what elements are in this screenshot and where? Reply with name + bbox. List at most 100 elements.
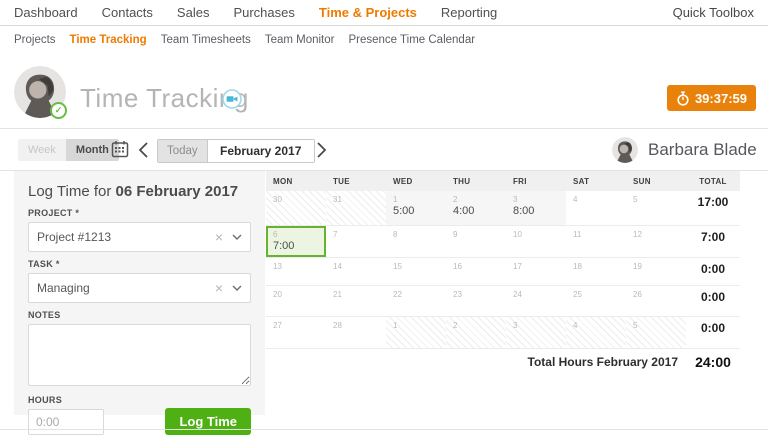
calendar-day-cell[interactable]: 28: [326, 317, 386, 348]
calendar-day-cell[interactable]: 3: [506, 317, 566, 348]
day-hours: 5:00: [393, 205, 415, 217]
subnav-item-projects[interactable]: Projects: [14, 34, 56, 46]
quick-toolbox-link[interactable]: Quick Toolbox: [673, 5, 754, 20]
calendar-day-cell[interactable]: 30: [266, 191, 326, 225]
chevron-down-icon[interactable]: [232, 234, 242, 240]
day-hours: 7:00: [273, 240, 295, 252]
calendar-day-cell[interactable]: 11: [566, 226, 626, 257]
calendar-day-cell[interactable]: 10: [506, 226, 566, 257]
hours-input[interactable]: [28, 409, 104, 435]
calendar-day-cell[interactable]: 24: [506, 286, 566, 316]
calendar-day-cell[interactable]: 25: [566, 286, 626, 316]
day-number: 24: [513, 290, 522, 299]
calendar-week-row: 6 7:00 7 8 9 10 11 12 7:00: [266, 226, 740, 258]
day-number: 5: [633, 321, 638, 330]
task-select[interactable]: Managing ×: [28, 273, 251, 303]
day-number: 4: [573, 195, 578, 204]
calendar-day-cell[interactable]: 13: [266, 258, 326, 285]
calendar-day-cell[interactable]: 15: [386, 258, 446, 285]
calendar-day-cell[interactable]: 31: [326, 191, 386, 225]
time-tracking-app: Dashboard Contacts Sales Purchases Time & Pr…: [0, 0, 768, 436]
nav-item-sales[interactable]: Sales: [177, 5, 210, 20]
day-number: 10: [513, 230, 522, 239]
day-number: 12: [633, 230, 642, 239]
month-calendar: MON TUE WED THU FRI SAT SUN TOTAL 30 31 1 5:00 2 4:0…: [266, 171, 740, 375]
calendar-day-cell[interactable]: 5: [626, 191, 686, 225]
nav-item-dashboard[interactable]: Dashboard: [14, 5, 78, 20]
log-time-button[interactable]: Log Time: [165, 408, 251, 435]
week-total: 0:00: [700, 290, 726, 304]
day-number: 27: [273, 321, 282, 330]
calendar-day-cell[interactable]: 2: [446, 317, 506, 348]
nav-item-contacts[interactable]: Contacts: [102, 5, 153, 20]
prev-month-button[interactable]: [138, 141, 150, 159]
calendar-day-cell[interactable]: 4: [566, 191, 626, 225]
calendar-day-cell[interactable]: 8: [386, 226, 446, 257]
week-total: 0:00: [700, 262, 726, 276]
calendar-day-cell[interactable]: 1: [386, 317, 446, 348]
calendar-day-cell[interactable]: 27: [266, 317, 326, 348]
calendar-day-cell[interactable]: 22: [386, 286, 446, 316]
calendar-day-cell[interactable]: 20: [266, 286, 326, 316]
calendar-day-cell[interactable]: 2 4:00: [446, 191, 506, 225]
next-month-button[interactable]: [316, 141, 328, 159]
calendar-week-row: 20 21 22 23 24 25 26 0:00: [266, 286, 740, 317]
subnav-item-time-tracking[interactable]: Time Tracking: [70, 34, 147, 46]
calendar-day-cell[interactable]: 9: [446, 226, 506, 257]
calendar-day-cell[interactable]: 17: [506, 258, 566, 285]
view-toggle: Week Month: [18, 139, 119, 161]
chevron-down-icon[interactable]: [232, 285, 242, 291]
day-number: 17: [513, 262, 522, 271]
calendar-day-cell[interactable]: 14: [326, 258, 386, 285]
week-toggle-button[interactable]: Week: [18, 139, 66, 161]
calendar-day-cell[interactable]: 12: [626, 226, 686, 257]
calendar-week-row: 13 14 15 16 17 18 19 0:00: [266, 258, 740, 286]
month-total-value: 24:00: [695, 354, 731, 370]
primary-nav-items: Dashboard Contacts Sales Purchases Time & Pr…: [14, 5, 497, 20]
user-name: Barbara Blade: [648, 140, 757, 159]
day-number: 19: [633, 262, 642, 271]
calendar-icon[interactable]: [111, 140, 129, 158]
calendar-header-wed: WED: [393, 176, 413, 186]
calendar-day-cell[interactable]: 21: [326, 286, 386, 316]
calendar-day-cell[interactable]: 6 7:00: [266, 226, 326, 257]
calendar-day-cell[interactable]: 19: [626, 258, 686, 285]
clear-icon[interactable]: ×: [215, 281, 223, 295]
calendar-week-row: 27 28 1 2 3 4 5 0:00: [266, 317, 740, 349]
subnav-item-team-monitor[interactable]: Team Monitor: [265, 34, 335, 46]
nav-item-time-projects[interactable]: Time & Projects: [319, 5, 417, 20]
day-number: 30: [273, 195, 282, 204]
calendar-day-cell[interactable]: 5: [626, 317, 686, 348]
hours-label: HOURS: [28, 395, 63, 405]
log-time-title-date: 06 February 2017: [115, 183, 239, 200]
notes-textarea[interactable]: [28, 324, 251, 386]
nav-item-purchases[interactable]: Purchases: [233, 5, 294, 20]
calendar-day-cell[interactable]: 23: [446, 286, 506, 316]
calendar-day-cell[interactable]: 1 5:00: [386, 191, 446, 225]
calendar-header-total: TOTAL: [699, 176, 727, 186]
project-value: Project #1213: [37, 230, 112, 244]
calendar-day-cell[interactable]: 26: [626, 286, 686, 316]
check-icon: ✓: [50, 102, 67, 119]
subnav-item-team-timesheets[interactable]: Team Timesheets: [161, 34, 251, 46]
period-field[interactable]: February 2017: [207, 140, 314, 162]
calendar-header-mon: MON: [273, 176, 293, 186]
week-total: 17:00: [697, 195, 729, 209]
nav-item-reporting[interactable]: Reporting: [441, 5, 497, 20]
clear-icon[interactable]: ×: [215, 230, 223, 244]
calendar-day-cell[interactable]: 18: [566, 258, 626, 285]
current-user[interactable]: Barbara Blade: [612, 137, 757, 163]
month-total-label: Total Hours February 2017: [527, 355, 679, 369]
calendar-header-sun: SUN: [633, 176, 651, 186]
project-label: PROJECT *: [28, 208, 80, 218]
calendar-day-cell[interactable]: 3 8:00: [506, 191, 566, 225]
calendar-day-cell[interactable]: 7: [326, 226, 386, 257]
subnav-item-presence-time-calendar[interactable]: Presence Time Calendar: [348, 34, 475, 46]
calendar-day-cell[interactable]: 4: [566, 317, 626, 348]
calendar-day-cell[interactable]: 16: [446, 258, 506, 285]
timer-badge[interactable]: 39:37:59: [666, 85, 756, 111]
video-camera-icon[interactable]: [222, 89, 242, 109]
today-button[interactable]: Today: [158, 140, 208, 162]
calendar-week-row: 30 31 1 5:00 2 4:00 3 8:00 4 5 17:00: [266, 191, 740, 226]
project-select[interactable]: Project #1213 ×: [28, 222, 251, 252]
